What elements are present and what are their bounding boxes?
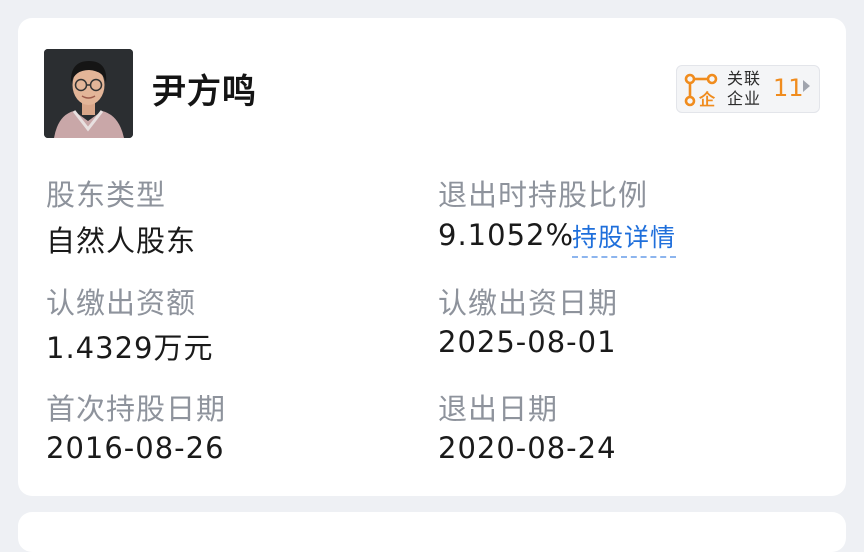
- related-companies-button[interactable]: 企 关联 企业 11: [676, 65, 820, 113]
- next-shareholder-card[interactable]: [18, 512, 846, 552]
- exit-date-label: 退出日期: [438, 392, 559, 426]
- shareholder-type-label: 股东类型: [46, 178, 167, 212]
- related-companies-label: 关联 企业: [727, 69, 762, 108]
- svg-text:企: 企: [698, 90, 716, 108]
- first-hold-date-value: 2016-08-26: [46, 431, 225, 465]
- holding-details-link[interactable]: 持股详情: [572, 218, 677, 258]
- first-hold-date-label: 首次持股日期: [46, 392, 227, 426]
- related-companies-count: 11: [773, 74, 804, 102]
- subscribed-amount-label: 认缴出资额: [46, 286, 197, 320]
- exit-ratio-label: 退出时持股比例: [438, 178, 649, 212]
- avatar[interactable]: [44, 49, 133, 138]
- exit-date-value: 2020-08-24: [438, 431, 617, 465]
- person-name[interactable]: 尹方鸣: [152, 64, 257, 113]
- subscribed-date-value: 2025-08-01: [438, 325, 617, 359]
- shareholder-type-value: 自然人股东: [46, 224, 197, 258]
- subscribed-amount-value: 1.4329万元: [46, 331, 214, 365]
- subscribed-date-label: 认缴出资日期: [438, 286, 619, 320]
- chevron-right-icon: [803, 80, 810, 92]
- exit-ratio-value: 9.1052%: [438, 218, 575, 252]
- shareholder-card[interactable]: 尹方鸣 企 关联 企业 11 股东类型 自然人股东 退出时持股比例 9.1052…: [18, 18, 846, 496]
- related-enterprise-icon: 企: [684, 73, 718, 108]
